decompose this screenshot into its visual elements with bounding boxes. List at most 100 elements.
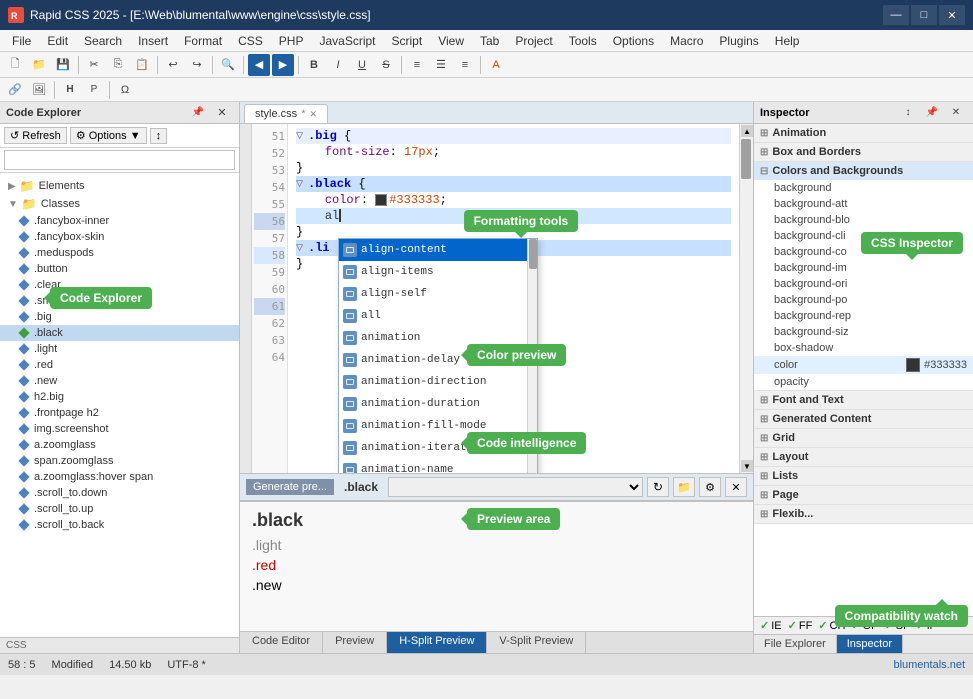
ins-item-box-shadow[interactable]: box-shadow [754, 340, 973, 356]
tree-item-red[interactable]: .red [0, 357, 239, 373]
ac-item-animation-delay[interactable]: animation-delay [339, 349, 537, 371]
tree-item-scroll-down[interactable]: .scroll_to.down [0, 485, 239, 501]
menu-css[interactable]: CSS [230, 32, 271, 50]
ac-item-align-items[interactable]: align-items [339, 261, 537, 283]
menu-script[interactable]: Script [384, 32, 431, 50]
tb-find[interactable]: 🔍 [217, 54, 239, 76]
ins-section-font-header[interactable]: ⊞ Font and Text [754, 391, 973, 409]
ac-item-animation-iteration-count[interactable]: animation-iteration-count [339, 437, 537, 459]
btab-v-split[interactable]: V-Split Preview [487, 632, 586, 653]
generate-input-display[interactable]: Generate pre... [246, 479, 334, 495]
tree-item-span-zoomglass[interactable]: span.zoomglass [0, 453, 239, 469]
ins-section-colors-header[interactable]: ⊟ Colors and Backgrounds [754, 162, 973, 180]
tab-style-css[interactable]: style.css * ✕ [244, 104, 328, 123]
ins-section-animation-header[interactable]: ⊞ Animation [754, 124, 973, 142]
ins-item-background-siz[interactable]: background-siz [754, 324, 973, 340]
ins-pin-btn[interactable]: 📌 [921, 102, 943, 124]
tree-item-new[interactable]: .new [0, 373, 239, 389]
maximize-button[interactable]: □ [911, 5, 937, 25]
ins-section-layout-header[interactable]: ⊞ Layout [754, 448, 973, 466]
btab-code-editor[interactable]: Code Editor [240, 632, 323, 653]
menu-tools[interactable]: Tools [561, 32, 605, 50]
tree-folder-elements[interactable]: ▶ 📁 Elements [0, 177, 239, 195]
tree-item-black[interactable]: .black [0, 325, 239, 341]
tree-item-button[interactable]: .button [0, 261, 239, 277]
tree-item-small[interactable]: .small [0, 293, 239, 309]
menu-format[interactable]: Format [176, 32, 230, 50]
tree-item-light[interactable]: .light [0, 341, 239, 357]
gen-settings-btn[interactable]: ⚙ [699, 477, 721, 497]
gen-combo[interactable] [388, 477, 643, 497]
tree-item-h2big[interactable]: h2.big [0, 389, 239, 405]
menu-options[interactable]: Options [605, 32, 662, 50]
menu-edit[interactable]: Edit [39, 32, 76, 50]
tb-open[interactable]: 📁 [28, 54, 50, 76]
tb-special-chars[interactable]: Ω [114, 79, 136, 101]
menu-javascript[interactable]: JavaScript [311, 32, 383, 50]
tb-u[interactable]: U [351, 54, 373, 76]
ins-section-flex-header[interactable]: ⊞ Flexib... [754, 505, 973, 523]
menu-search[interactable]: Search [76, 32, 130, 50]
tb-align-left[interactable]: ≡ [406, 54, 428, 76]
scroll-up-btn[interactable]: ▲ [741, 125, 753, 137]
editor-vscrollbar[interactable]: ▲ ▼ [739, 124, 753, 473]
ins-sort-btn[interactable]: ↕ [897, 102, 919, 124]
tb-color[interactable]: A [485, 54, 507, 76]
menu-project[interactable]: Project [507, 32, 560, 50]
tb-i[interactable]: I [327, 54, 349, 76]
tree-item-fancybox-inner[interactable]: .fancybox-inner [0, 213, 239, 229]
tree-item-hover-span[interactable]: a.zoomglass:hover span [0, 469, 239, 485]
tb-align-center[interactable]: ☰ [430, 54, 452, 76]
menu-view[interactable]: View [430, 32, 472, 50]
ins-item-background-rep[interactable]: background-rep [754, 308, 973, 324]
ins-item-opacity[interactable]: opacity [754, 374, 973, 390]
menu-insert[interactable]: Insert [130, 32, 176, 50]
tb-img[interactable]: 🖼 [28, 79, 50, 101]
ins-item-background-blo[interactable]: background-blo [754, 212, 973, 228]
menu-help[interactable]: Help [767, 32, 808, 50]
options-button[interactable]: ⚙ Options ▼ [70, 127, 147, 144]
gen-refresh-btn[interactable]: ↻ [647, 477, 669, 497]
menu-php[interactable]: PHP [271, 32, 312, 50]
ce-close-button[interactable]: ✕ [211, 102, 233, 124]
gen-folder-btn[interactable]: 📁 [673, 477, 695, 497]
ins-section-lists-header[interactable]: ⊞ Lists [754, 467, 973, 485]
tree-item-clear[interactable]: .clear [0, 277, 239, 293]
ac-item-animation-fill-mode[interactable]: animation-fill-mode [339, 415, 537, 437]
ins-section-grid-header[interactable]: ⊞ Grid [754, 429, 973, 447]
ac-scrollbar[interactable] [527, 239, 537, 473]
tree-folder-classes[interactable]: ▼ 📁 Classes [0, 195, 239, 213]
tb-paste[interactable]: 📋 [131, 54, 153, 76]
ins-section-box-header[interactable]: ⊞ Box and Borders [754, 143, 973, 161]
sort-button[interactable]: ↕ [150, 128, 168, 144]
ins-section-page-header[interactable]: ⊞ Page [754, 486, 973, 504]
pin-icon[interactable]: 📌 [187, 102, 209, 124]
gen-close-btn[interactable]: ✕ [725, 477, 747, 497]
ac-item-animation-direction[interactable]: animation-direction [339, 371, 537, 393]
tb-p[interactable]: P [83, 79, 105, 101]
code-view[interactable]: ▽.big { font-size: 17px; } ▽.black { col… [288, 124, 739, 473]
tab-close-icon[interactable]: ✕ [309, 109, 317, 120]
tree-item-screenshot[interactable]: img.screenshot [0, 421, 239, 437]
minimize-button[interactable]: — [883, 5, 909, 25]
tb-cut[interactable]: ✂ [83, 54, 105, 76]
menu-file[interactable]: File [4, 32, 39, 50]
tree-item-fancybox-skin[interactable]: .fancybox-skin [0, 229, 239, 245]
tree-item-scroll-back[interactable]: .scroll_to.back [0, 517, 239, 533]
tb-align-right[interactable]: ≡ [454, 54, 476, 76]
tree-item-meduspods[interactable]: .meduspods [0, 245, 239, 261]
ins-btab-file-explorer[interactable]: File Explorer [754, 635, 837, 653]
btab-h-split[interactable]: H-Split Preview [387, 632, 487, 653]
tb-link[interactable]: 🔗 [4, 79, 26, 101]
ins-item-background-co[interactable]: background-co [754, 244, 973, 260]
ins-item-background-cli[interactable]: background-cli [754, 228, 973, 244]
ins-section-generated-header[interactable]: ⊞ Generated Content [754, 410, 973, 428]
tb-b[interactable]: B [303, 54, 325, 76]
ins-item-background-ori[interactable]: background-ori [754, 276, 973, 292]
scroll-thumb[interactable] [741, 139, 751, 179]
ins-item-background-po[interactable]: background-po [754, 292, 973, 308]
tb-s[interactable]: S [375, 54, 397, 76]
menu-plugins[interactable]: Plugins [711, 32, 766, 50]
ac-item-animation-name[interactable]: animation-name [339, 459, 537, 473]
tb-new[interactable]: 🗋 [4, 54, 26, 76]
